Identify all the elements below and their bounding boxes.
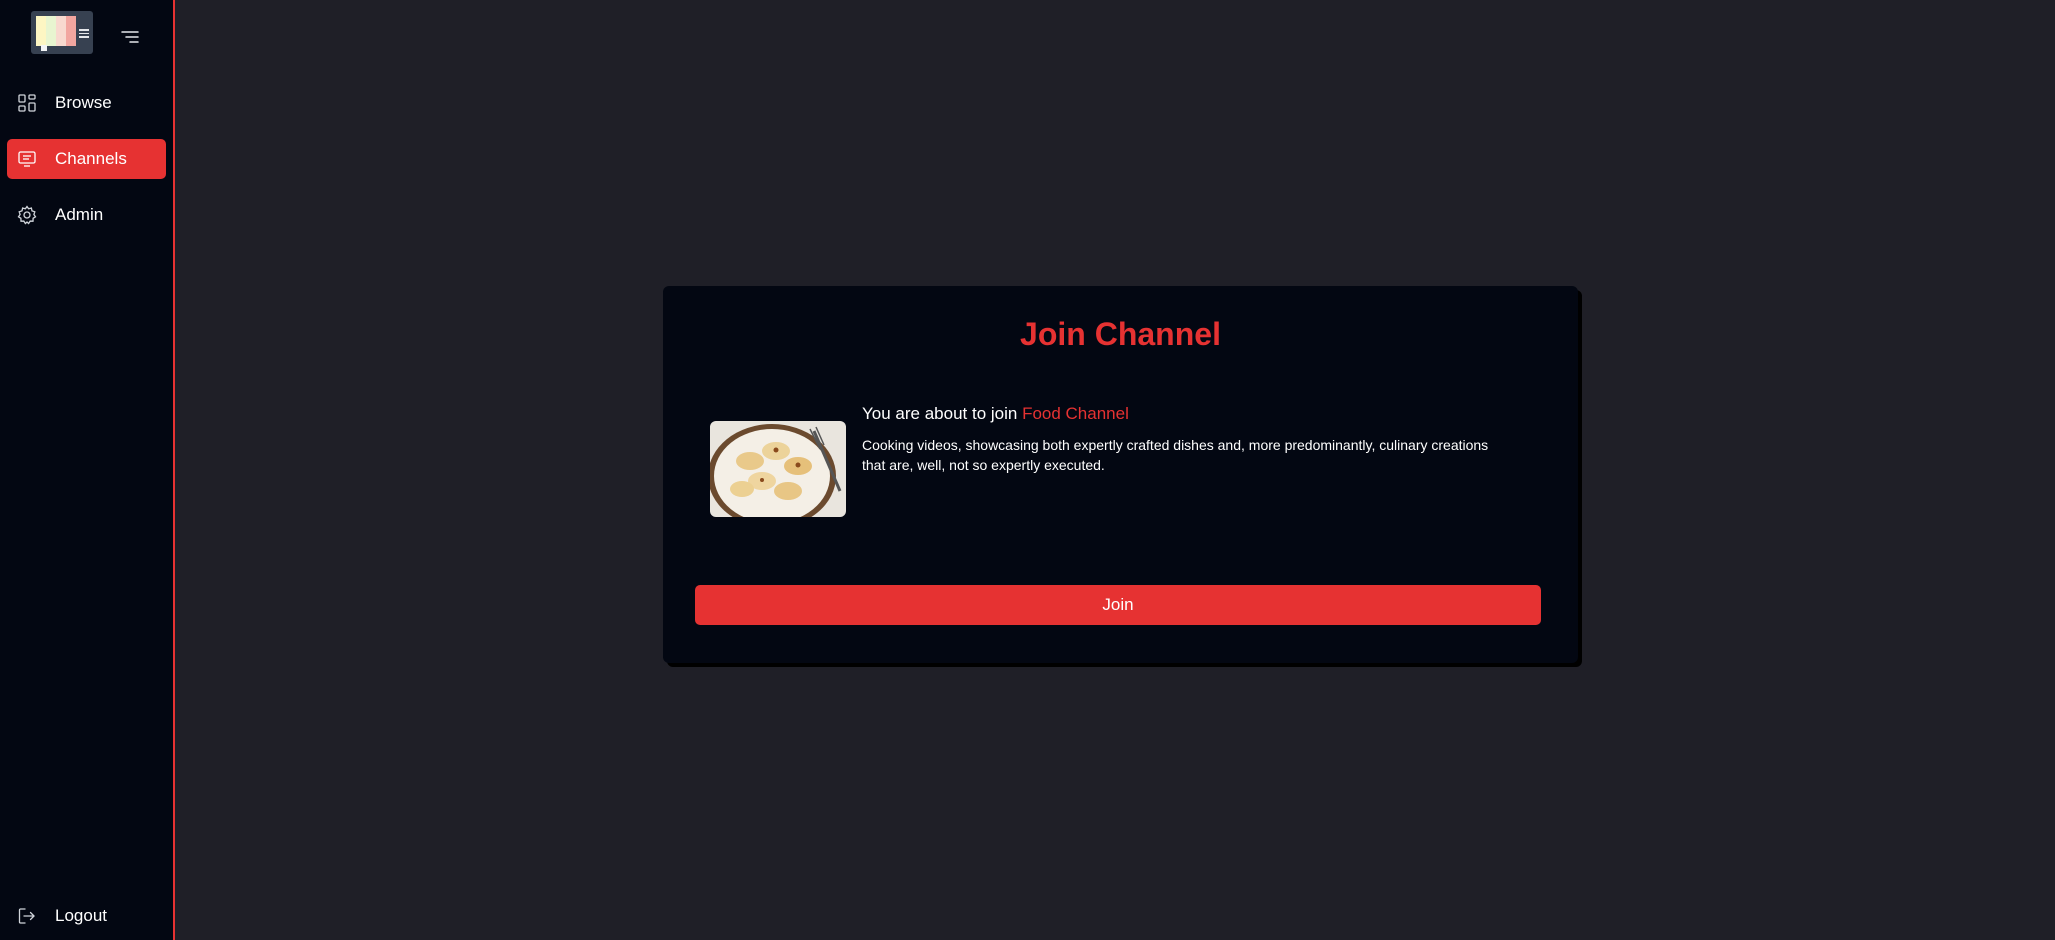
sidebar-item-admin[interactable]: Admin: [7, 195, 166, 235]
join-intro-text: You are about to join Food Channel: [862, 404, 1129, 424]
menu-icon: [121, 31, 139, 43]
card-title: Join Channel: [1020, 316, 1221, 352]
logout-icon: [17, 906, 37, 926]
sidebar-item-browse[interactable]: Browse: [7, 83, 166, 123]
channel-description: Cooking videos, showcasing both expertly…: [862, 437, 1489, 473]
logo-stand: [41, 45, 47, 51]
monitor-icon: [17, 149, 37, 169]
sidebar: Browse Channels Admin Logout: [0, 0, 175, 940]
intro-prefix: You are about to join: [862, 404, 1023, 423]
channel-name: Food Channel: [1022, 404, 1129, 423]
logo-lines-icon: [79, 29, 89, 40]
logout-button[interactable]: Logout: [7, 896, 166, 936]
channel-thumbnail: [710, 421, 846, 517]
sidebar-item-label: Channels: [55, 149, 127, 168]
tv-logo-icon: [36, 16, 76, 46]
gear-icon: [17, 205, 37, 225]
menu-toggle-button[interactable]: [119, 28, 141, 46]
dashboard-icon: [17, 93, 37, 113]
join-channel-card: Join Channel You are about to join Food …: [663, 286, 1578, 663]
logout-label: Logout: [55, 906, 107, 925]
sidebar-item-label: Browse: [55, 93, 112, 112]
app-logo[interactable]: [31, 11, 93, 54]
join-button[interactable]: Join: [695, 585, 1541, 625]
sidebar-item-label: Admin: [55, 205, 104, 224]
sidebar-item-channels[interactable]: Channels: [7, 139, 166, 179]
